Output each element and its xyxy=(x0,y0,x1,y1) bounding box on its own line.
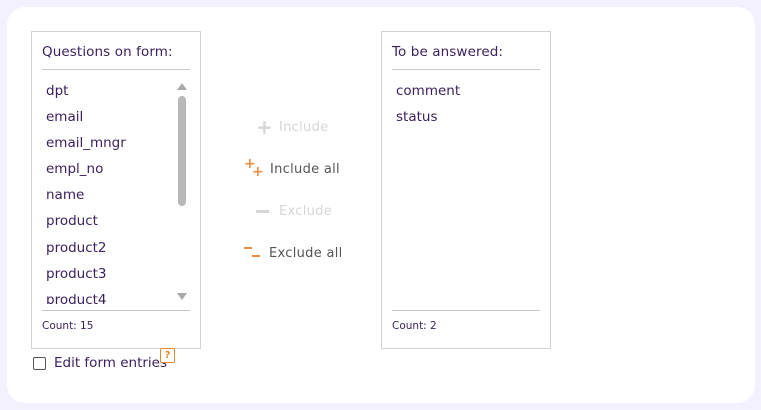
list-item[interactable]: email_mngr xyxy=(46,133,174,159)
to-be-answered-listbox: To be answered: comment status Count: 2 xyxy=(381,31,551,349)
list-item[interactable]: product2 xyxy=(46,238,174,264)
include-all-label: Include all xyxy=(270,161,340,177)
plus-icon: + xyxy=(256,115,274,139)
answered-list[interactable]: comment status xyxy=(396,81,540,304)
exclude-all-button[interactable]: Exclude all xyxy=(243,242,343,264)
include-button[interactable]: + Include xyxy=(253,116,328,138)
edit-form-entries-row: Edit form entries xyxy=(33,355,167,371)
list-item[interactable]: product xyxy=(46,211,174,237)
list-item[interactable]: name xyxy=(46,185,174,211)
edit-form-entries-label[interactable]: Edit form entries xyxy=(54,355,167,371)
list-item[interactable]: product4 xyxy=(46,290,174,304)
help-icon[interactable]: ? xyxy=(160,348,175,363)
count-divider xyxy=(392,310,540,311)
exclude-label: Exclude xyxy=(279,203,333,219)
list-item[interactable]: product3 xyxy=(46,264,174,290)
exclude-button[interactable]: Exclude xyxy=(253,200,332,222)
to-be-answered-title: To be answered: xyxy=(392,44,504,60)
questions-list[interactable]: dpt email email_mngr empl_no name produc… xyxy=(46,81,174,304)
list-item[interactable]: comment xyxy=(396,81,540,107)
scroll-down-icon[interactable] xyxy=(177,293,187,300)
list-item[interactable]: dpt xyxy=(46,81,174,107)
count-divider xyxy=(42,310,190,311)
list-item[interactable]: email xyxy=(46,107,174,133)
title-divider xyxy=(392,69,540,70)
edit-form-entries-checkbox[interactable] xyxy=(33,356,46,370)
minus-icon xyxy=(253,201,273,221)
title-divider xyxy=(42,69,190,70)
questions-count: Count: 15 xyxy=(42,320,94,332)
scrollbar-thumb[interactable] xyxy=(178,96,186,206)
include-label: Include xyxy=(279,119,329,135)
include-all-button[interactable]: + + Include all xyxy=(244,156,340,180)
questions-on-form-title: Questions on form: xyxy=(42,44,173,60)
answered-count: Count: 2 xyxy=(392,320,437,332)
list-item[interactable]: empl_no xyxy=(46,159,174,185)
plus-plus-icon: + + xyxy=(244,156,265,180)
minus-minus-icon xyxy=(243,243,263,263)
questions-on-form-listbox: Questions on form: dpt email email_mngr … xyxy=(31,31,201,349)
scroll-up-icon[interactable] xyxy=(177,83,187,90)
exclude-all-label: Exclude all xyxy=(269,245,343,261)
list-item[interactable]: status xyxy=(396,107,540,133)
